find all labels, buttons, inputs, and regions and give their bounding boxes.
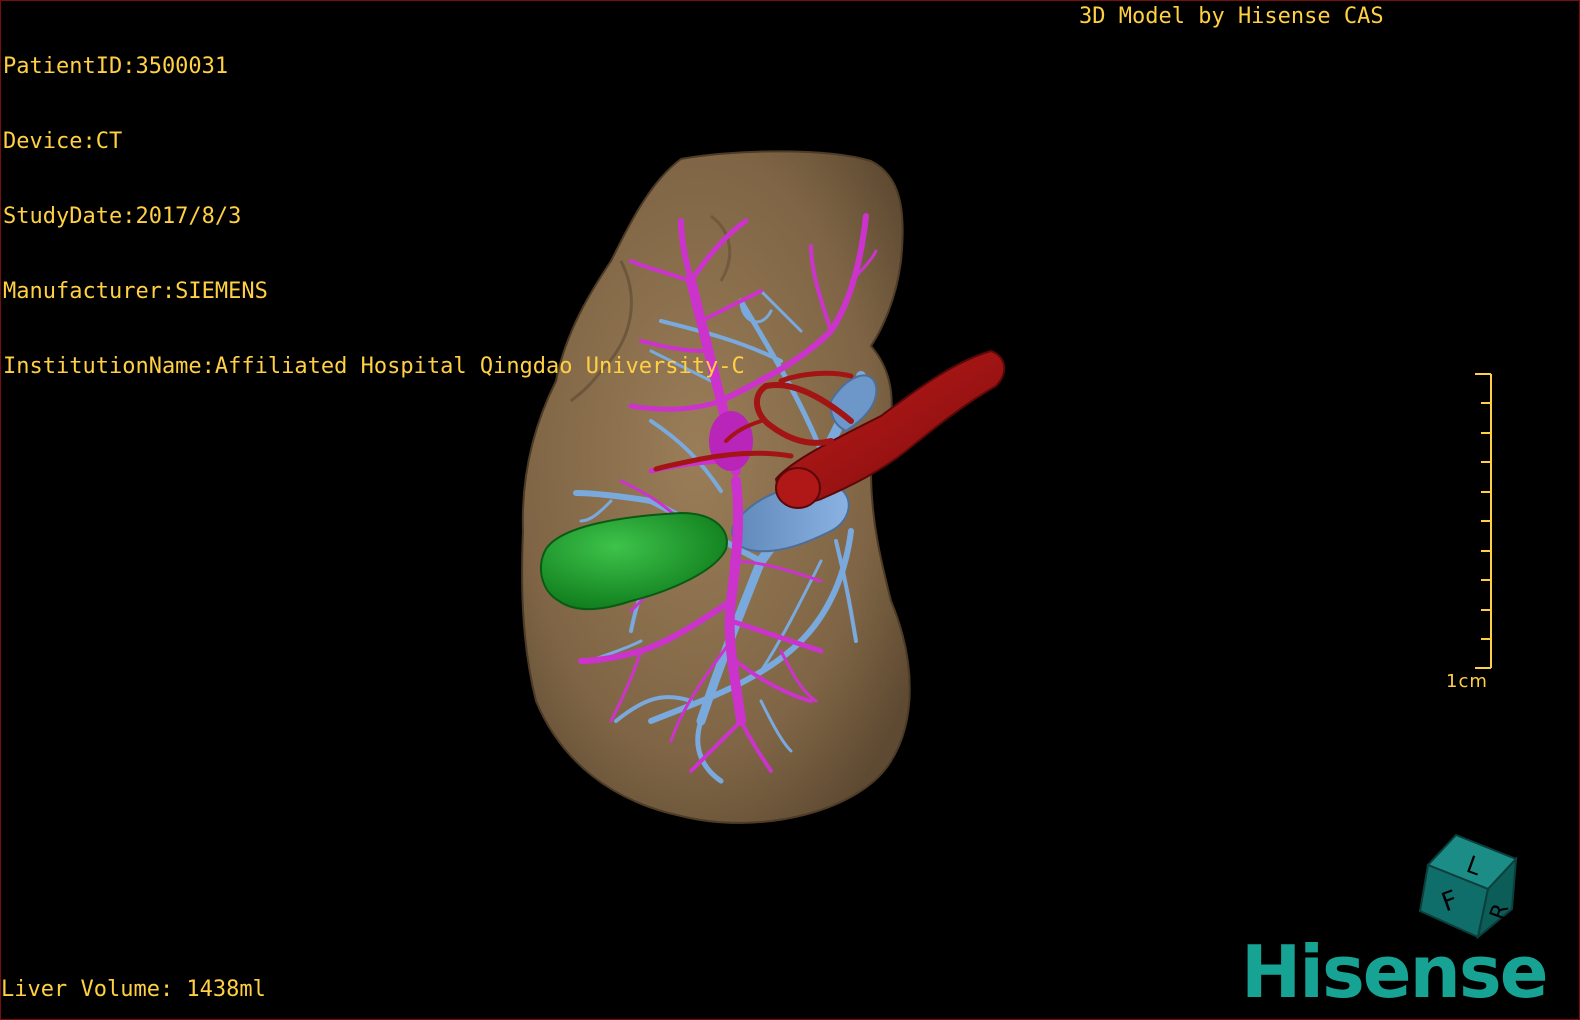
liver-volume-text: Liver Volume: 1438ml	[1, 977, 266, 1002]
institution-text: InstitutionName:Affiliated Hospital Qing…	[3, 354, 745, 379]
scale-bar	[1475, 373, 1492, 669]
orientation-cube-icon[interactable]: F L R	[1416, 829, 1531, 944]
model-title: 3D Model by Hisense CAS	[1079, 4, 1384, 29]
hisense-logo: Hisense	[1241, 930, 1549, 1014]
manufacturer-text: Manufacturer:SIEMENS	[3, 279, 268, 304]
aorta-cut-face	[775, 467, 821, 509]
patient-id-text: PatientID:3500031	[3, 54, 229, 79]
device-text: Device:CT	[3, 129, 123, 154]
viewer-frame: PatientID:3500031 Device:CT StudyDate:20…	[0, 0, 1580, 1020]
study-date-text: StudyDate:2017/8/3	[3, 204, 242, 229]
scale-label: 1cm	[1446, 671, 1488, 692]
patient-metadata: PatientID:3500031 Device:CT StudyDate:20…	[3, 4, 745, 429]
